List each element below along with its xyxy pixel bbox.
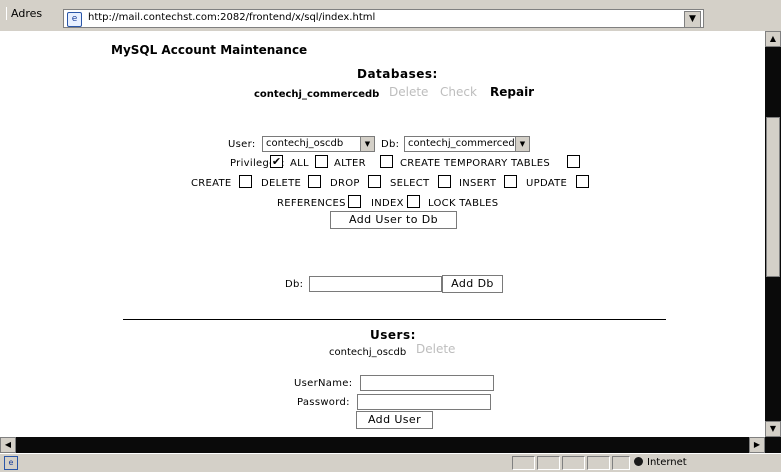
page-title: MySQL Account Maintenance [111,43,308,57]
privilege-all-label: ALL [290,158,309,169]
privilege-select-checkbox[interactable] [438,175,451,188]
privilege-references-checkbox[interactable] [348,195,361,208]
database-repair-link[interactable]: Repair [490,85,534,99]
status-pane [562,456,585,470]
page-status-icon: e [4,456,18,470]
username-input[interactable] [360,375,494,391]
add-user-to-db-button[interactable]: Add User to Db [330,211,457,229]
database-delete-link[interactable]: Delete [389,85,428,99]
privilege-references-label: REFERENCES [277,198,346,209]
scroll-down-icon[interactable]: ▼ [765,421,781,437]
privilege-alter-label: ALTER [334,158,366,169]
password-input[interactable] [357,394,491,410]
privilege-drop-label: DROP [330,178,360,189]
page-icon: e [67,12,82,27]
privilege-create-checkbox[interactable] [239,175,252,188]
privilege-update-checkbox[interactable] [576,175,589,188]
new-db-input[interactable] [309,276,442,292]
add-user-button[interactable]: Add User [356,411,433,429]
username-label: UserName: [294,378,353,389]
new-db-label: Db: [285,279,304,290]
user-select[interactable]: contechj_oscdb ▼ [262,136,375,152]
globe-icon [634,457,643,466]
address-label: Adres [6,7,46,20]
scroll-right-icon[interactable]: ▶ [749,437,765,453]
add-db-button[interactable]: Add Db [442,275,503,293]
privilege-insert-checkbox[interactable] [504,175,517,188]
privilege-create-temporary-tables-label: CREATE TEMPORARY TABLES [400,158,551,169]
horizontal-scrollbar[interactable]: ◀ ▶ [0,437,781,453]
privilege-delete-checkbox[interactable] [308,175,321,188]
privilege-index-checkbox[interactable] [407,195,420,208]
scroll-up-icon[interactable]: ▲ [765,31,781,47]
db-select[interactable]: contechj_commercedb ▼ [404,136,530,152]
database-check-link[interactable]: Check [440,85,477,99]
chevron-down-icon: ▼ [515,137,529,151]
privilege-create-temporary-tables-checkbox[interactable] [380,155,393,168]
address-input[interactable]: e http://mail.contechst.com:2082/fronten… [63,9,704,28]
vertical-scroll-thumb[interactable] [766,117,780,277]
security-zone-label: Internet [647,457,687,468]
privilege-alter-checkbox[interactable] [315,155,328,168]
user-label: User: [228,139,256,150]
security-zone: Internet [634,456,687,470]
status-pane [512,456,535,470]
user-delete-link[interactable]: Delete [416,342,455,356]
db-select-value: contechj_commercedb [408,138,522,149]
privilege-create-temporary-tables-extra-checkbox[interactable] [567,155,580,168]
user-select-value: contechj_oscdb [266,138,344,149]
scroll-left-icon[interactable]: ◀ [0,437,16,453]
privilege-all-checkbox[interactable]: ✔ [270,155,283,168]
privilege-create-label: CREATE [191,178,232,189]
privilege-update-label: UPDATE [526,178,568,189]
vertical-scrollbar[interactable]: ▲ ▼ [765,31,781,437]
status-pane [587,456,610,470]
status-pane [537,456,560,470]
page-content: MySQL Account Maintenance Databases: con… [0,31,765,437]
privilege-insert-label: INSERT [459,178,497,189]
password-label: Password: [297,397,350,408]
chevron-down-icon: ▼ [360,137,374,151]
privilege-lock-tables-label: LOCK TABLES [428,198,499,209]
privilege-delete-label: DELETE [261,178,302,189]
address-url[interactable]: http://mail.contechst.com:2082/frontend/… [88,12,375,23]
db-label: Db: [381,139,400,150]
section-divider [123,319,666,320]
status-bar: e Internet [0,453,781,472]
status-pane [612,456,630,470]
databases-heading: Databases: [357,67,438,81]
privilege-drop-checkbox[interactable] [368,175,381,188]
user-name: contechj_oscdb [329,347,407,358]
database-name: contechj_commercedb [254,89,380,100]
users-heading: Users: [370,328,416,342]
privilege-index-label: INDEX [371,198,404,209]
address-dropdown-button[interactable]: ▼ [684,11,701,28]
privilege-select-label: SELECT [390,178,430,189]
address-bar: Adres e http://mail.contechst.com:2082/f… [0,0,781,32]
